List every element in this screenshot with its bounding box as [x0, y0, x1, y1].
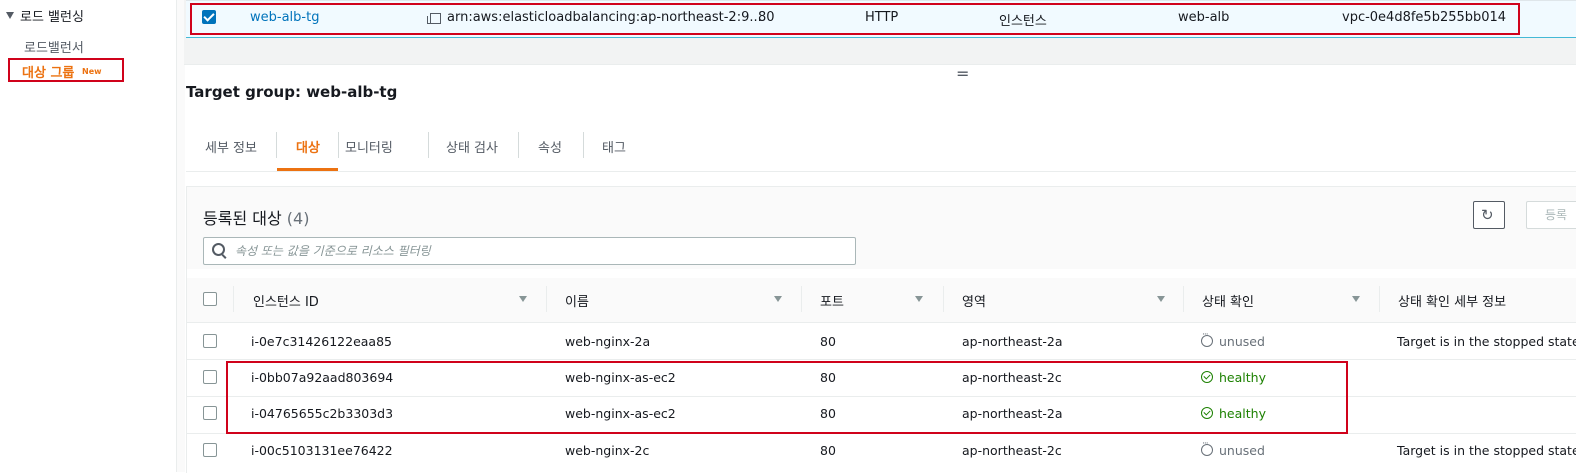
- tab-monitoring[interactable]: 모니터링: [345, 137, 393, 156]
- column-header-health-status[interactable]: 상태 확인: [1202, 291, 1254, 310]
- sort-icon[interactable]: [519, 296, 527, 302]
- column-separator: [546, 286, 547, 312]
- instance-zone: ap-northeast-2a: [962, 334, 1063, 349]
- tab-separator: [276, 132, 277, 158]
- registered-targets-label: 등록된 대상: [203, 209, 282, 228]
- unused-status-icon: [1201, 439, 1213, 456]
- registered-targets-title: 등록된 대상 (4): [203, 205, 309, 229]
- tab-health-checks[interactable]: 상태 검사: [446, 137, 498, 156]
- sidebar-item-target-groups[interactable]: 대상 그룹: [22, 62, 74, 81]
- target-group-name-link[interactable]: web-alb-tg: [250, 10, 319, 25]
- new-badge: New: [82, 67, 102, 76]
- tab-separator: [518, 132, 519, 158]
- registered-targets-count: (4): [286, 209, 310, 228]
- target-group-protocol: HTTP: [865, 10, 899, 25]
- column-separator: [943, 286, 944, 312]
- healthy-rows-highlight: [226, 361, 1348, 434]
- column-separator: [1379, 286, 1380, 312]
- sidebar-gutter: [176, 0, 185, 472]
- select-all-checkbox[interactable]: [203, 292, 217, 306]
- sort-icon[interactable]: [1157, 296, 1165, 302]
- row-checkbox-checked[interactable]: [202, 10, 216, 24]
- register-targets-label: 등록: [1545, 208, 1568, 222]
- sidebar-heading[interactable]: 로드 밸런싱: [6, 6, 84, 25]
- health-status: unused: [1219, 334, 1265, 349]
- tab-details[interactable]: 세부 정보: [205, 137, 257, 156]
- search-icon: [212, 243, 225, 256]
- target-group-vpc: vpc-0e4d8fe5b255bb014: [1342, 10, 1507, 25]
- instance-name: web-nginx-2c: [565, 443, 650, 458]
- selected-row-highlight: [190, 3, 1520, 35]
- instance-port: 80: [820, 443, 836, 458]
- page-title: Target group: web-alb-tg: [186, 83, 398, 101]
- row-checkbox[interactable]: [203, 334, 217, 348]
- tab-separator: [428, 132, 429, 158]
- sidebar-item-load-balancers[interactable]: 로드밸런서: [24, 37, 84, 56]
- target-group-load-balancer: web-alb: [1178, 10, 1230, 25]
- sort-icon[interactable]: [915, 296, 923, 302]
- tab-tags[interactable]: 태그: [602, 137, 626, 156]
- target-group-target-type: 인스턴스: [999, 14, 1047, 29]
- caret-down-icon: [6, 12, 14, 19]
- column-header-instance-id[interactable]: 인스턴스 ID: [253, 291, 319, 310]
- sort-icon[interactable]: [1352, 296, 1360, 302]
- tab-separator: [338, 132, 339, 158]
- instance-id-link[interactable]: i-0e7c31426122eaa85: [251, 334, 392, 349]
- copy-icon[interactable]: [427, 13, 441, 24]
- tabs-divider: [186, 171, 1576, 172]
- row-checkbox[interactable]: [203, 406, 217, 420]
- column-separator: [801, 286, 802, 312]
- table-header: [187, 278, 1576, 323]
- instance-id-link[interactable]: i-00c5103131ee76422: [251, 443, 393, 458]
- tab-attributes[interactable]: 속성: [538, 137, 562, 156]
- target-group-arn: arn:aws:elasticloadbalancing:ap-northeas…: [447, 10, 762, 25]
- sidebar-heading-label: 로드 밸런싱: [20, 10, 84, 25]
- column-separator: [1183, 286, 1184, 312]
- row-checkbox[interactable]: [203, 370, 217, 384]
- health-details: Target is in the stopped state: [1397, 334, 1576, 349]
- health-status: unused: [1219, 443, 1265, 458]
- unused-status-icon: [1201, 330, 1213, 347]
- split-divider: [184, 64, 1576, 65]
- resize-handle[interactable]: =: [956, 64, 969, 83]
- column-header-name[interactable]: 이름: [565, 291, 589, 310]
- row-checkbox[interactable]: [203, 443, 217, 457]
- column-separator: [233, 286, 234, 312]
- sort-icon[interactable]: [774, 296, 782, 302]
- tab-separator: [583, 132, 584, 158]
- column-header-zone[interactable]: 영역: [962, 291, 986, 310]
- tab-targets[interactable]: 대상: [296, 137, 320, 156]
- health-details: Target is in the stopped state: [1397, 443, 1576, 458]
- instance-name: web-nginx-2a: [565, 334, 651, 349]
- target-group-port: 80: [758, 10, 775, 25]
- refresh-icon: ↻: [1481, 206, 1494, 224]
- instance-port: 80: [820, 334, 836, 349]
- filter-placeholder: 속성 또는 값을 기준으로 리소스 필터링: [235, 244, 431, 258]
- instance-zone: ap-northeast-2c: [962, 443, 1062, 458]
- column-header-port[interactable]: 포트: [820, 291, 844, 310]
- column-header-health-details: 상태 확인 세부 정보: [1398, 295, 1507, 310]
- row-divider: [187, 359, 1576, 360]
